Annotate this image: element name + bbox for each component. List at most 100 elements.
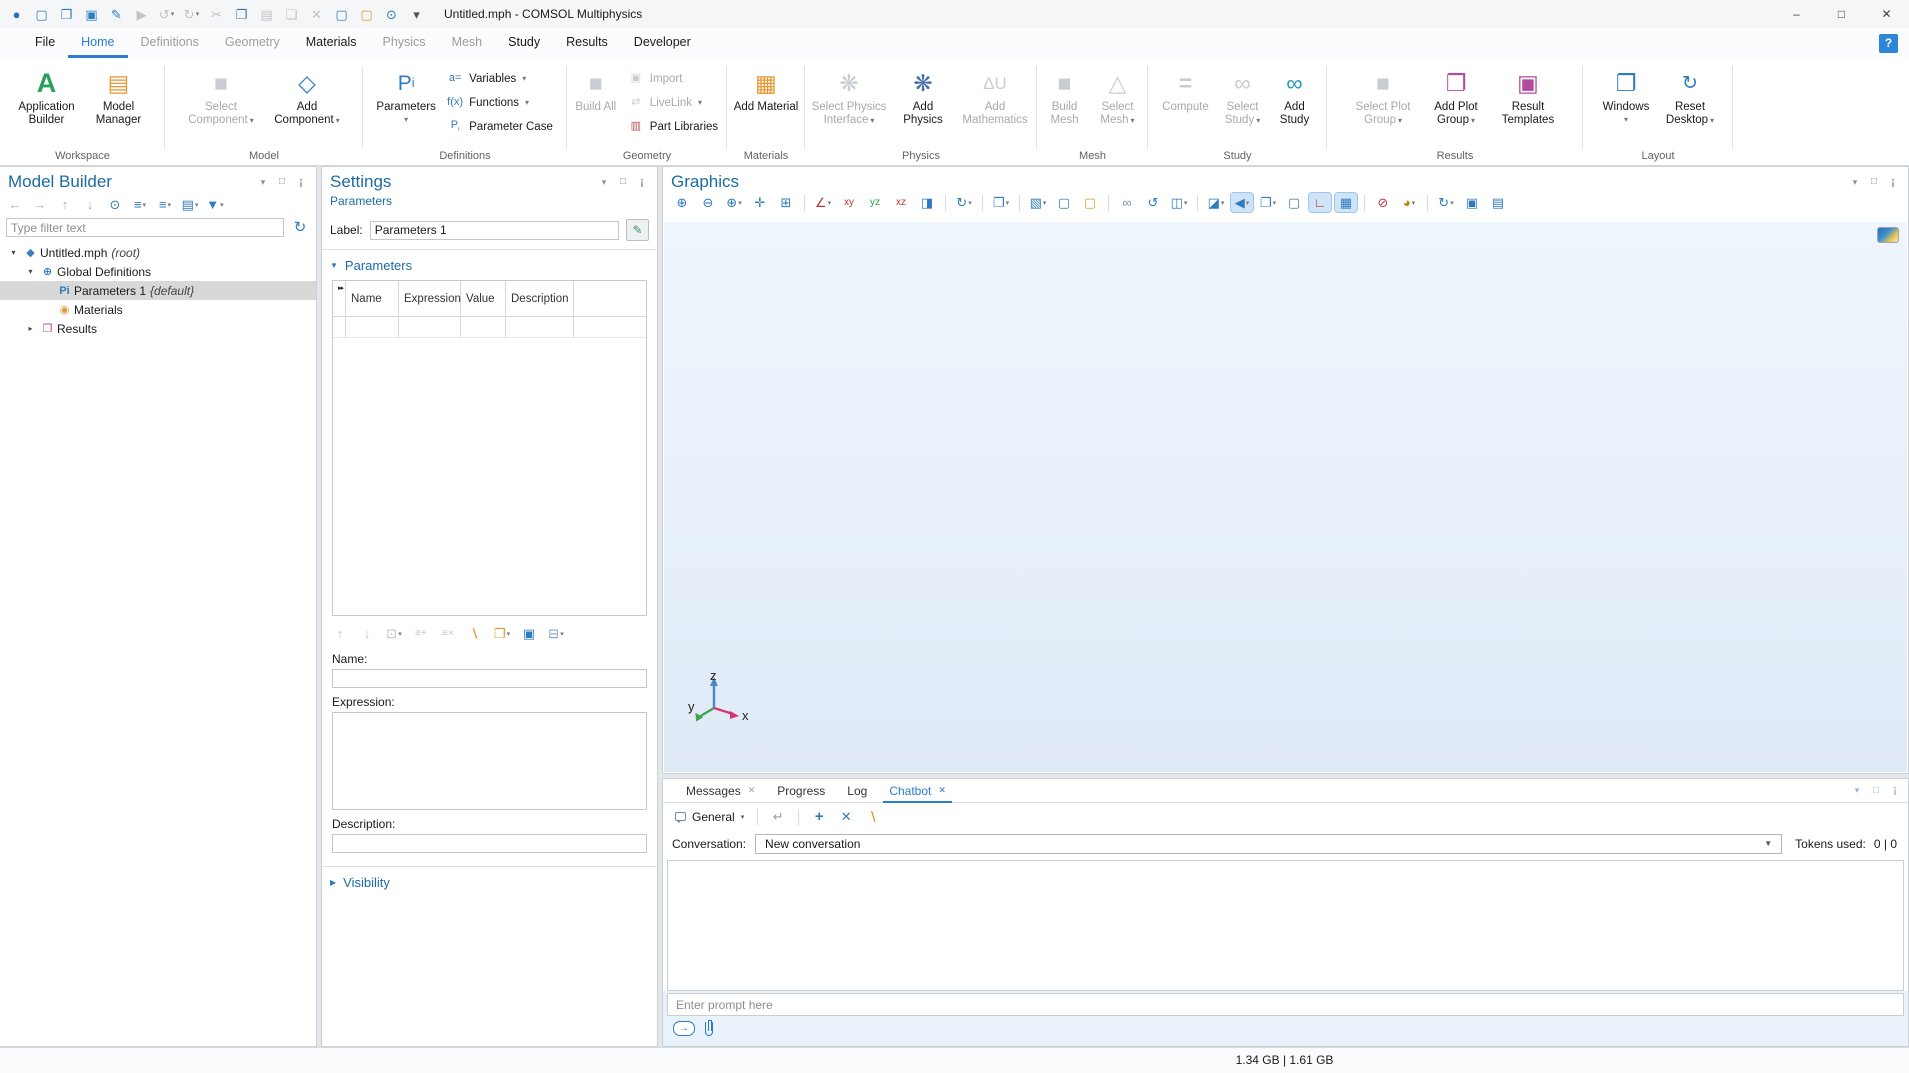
tree-node-global-definitions[interactable]: ▾⊕Global Definitions [0, 262, 316, 281]
panel-menu-icon[interactable]: ▾ [256, 175, 270, 189]
chat-mode-dropdown[interactable]: General ▾ [672, 810, 747, 824]
result-templates-button[interactable]: ▣ Result Templates [1492, 63, 1564, 127]
add-study-button[interactable]: ∞ Add Study [1271, 63, 1319, 127]
parameters-table[interactable]: ▸▸NameExpressionValueDescription [332, 280, 647, 616]
graphics-canvas[interactable]: z y x [664, 222, 1907, 772]
transparency-icon[interactable]: ◪▾ [1205, 193, 1227, 212]
select-study-button[interactable]: ∞ Select Study▾ [1217, 63, 1269, 127]
filter-icon[interactable]: ▼▾ [205, 195, 225, 214]
wireframe-rendering-icon[interactable]: ▢ [1283, 193, 1305, 212]
zoom-out-icon[interactable]: ⊖ [697, 193, 719, 212]
add-physics-button[interactable]: ❋ Add Physics [894, 63, 952, 127]
customize-quick-access-icon[interactable]: ▾ [407, 5, 426, 24]
duplicate-icon[interactable]: ❏ [282, 5, 301, 24]
parameters-section-header[interactable]: ▼ Parameters [322, 250, 657, 280]
rename-icon[interactable]: ⊟▾ [546, 624, 566, 643]
run-icon[interactable]: ▶ [132, 5, 151, 24]
pin-panel-icon[interactable]: ¡ [294, 175, 308, 189]
view-xy-icon[interactable]: xy [838, 193, 860, 212]
ribbon-tab-developer[interactable]: Developer [621, 28, 704, 58]
chat-prompt-input[interactable] [668, 994, 1903, 1015]
panel-menu-icon[interactable]: ▾ [597, 175, 611, 189]
ribbon-tab-results[interactable]: Results [553, 28, 621, 58]
reset-hiding-icon[interactable]: ↺ [1142, 193, 1164, 212]
select-component-button[interactable]: ■ Select Component▾ [179, 63, 263, 127]
load-from-file-icon[interactable]: ❒▾ [492, 624, 512, 643]
parameters-button[interactable]: Pi Parameters ▾ [373, 63, 439, 124]
tree-node-untitled-mph[interactable]: ▾◆Untitled.mph(root) [0, 243, 316, 262]
ribbon-tab-geometry[interactable]: Geometry [212, 28, 293, 58]
show-hidden-icon[interactable]: ◫▾ [1168, 193, 1190, 212]
view-orientation-icon[interactable]: ∠▾ [812, 193, 834, 212]
attach-file-icon[interactable] [705, 1022, 713, 1036]
go-forward-icon[interactable]: → [30, 195, 50, 214]
tree-node-materials[interactable]: ◉Materials [0, 300, 316, 319]
tree-filter-input[interactable] [6, 218, 284, 237]
minimize-button[interactable]: – [1774, 0, 1819, 28]
import-button[interactable]: ▣ Import [622, 69, 722, 88]
maximize-button[interactable]: □ [1819, 0, 1864, 28]
tab-messages[interactable]: Messages✕ [675, 779, 766, 802]
parameter-case-button[interactable]: Pi Parameter Case [441, 117, 557, 136]
select-box-icon[interactable]: ▢ [1053, 193, 1075, 212]
cut-icon[interactable]: ✂ [207, 5, 226, 24]
ribbon-tab-file[interactable]: File [22, 28, 68, 58]
ribbon-tab-study[interactable]: Study [495, 28, 553, 58]
comsol-logo-icon[interactable]: ● [7, 5, 26, 24]
move-down-icon[interactable]: ↓ [357, 624, 377, 643]
add-material-button[interactable]: ▦ Add Material [731, 63, 801, 114]
panel-menu-icon[interactable]: ▾ [1848, 175, 1862, 189]
collapse-all-icon[interactable]: ≡▾ [130, 195, 150, 214]
delete-conversation-icon[interactable]: ✕ [836, 807, 856, 826]
move-up-icon[interactable]: ↑ [330, 624, 350, 643]
add-plot-group-button[interactable]: ❐ Add Plot Group▾ [1422, 63, 1490, 127]
zoom-in-icon[interactable]: ⊕ [671, 193, 693, 212]
undo-icon[interactable]: ↺▾ [157, 5, 176, 24]
pin-panel-icon[interactable]: ¡ [1886, 175, 1900, 189]
disable-view-update-icon[interactable]: ⊘ [1372, 193, 1394, 212]
panel-menu-icon[interactable]: ▾ [1850, 784, 1864, 798]
capture-image-icon[interactable]: ▣ [1461, 193, 1483, 212]
move-down-icon[interactable]: ↓ [80, 195, 100, 214]
windows-button[interactable]: ❐ Windows ▾ [1595, 63, 1657, 124]
ribbon-tab-home[interactable]: Home [68, 28, 127, 58]
parameter-expression-input[interactable] [332, 712, 647, 810]
select-physics-interface-button[interactable]: ❋ Select Physics Interface▾ [806, 63, 892, 127]
pin-panel-icon[interactable]: ¡ [635, 175, 649, 189]
ribbon-tab-mesh[interactable]: Mesh [439, 28, 496, 58]
open-file-icon[interactable]: ❒ [57, 5, 76, 24]
application-builder-button[interactable]: A Application Builder [12, 63, 82, 127]
select-icon[interactable]: ▢ [332, 5, 351, 24]
save-icon[interactable]: ▣ [82, 5, 101, 24]
find-icon[interactable]: ⊙ [382, 5, 401, 24]
scene-light-icon[interactable]: ❐▾ [990, 193, 1012, 212]
move-up-icon[interactable]: ↑ [55, 195, 75, 214]
close-icon[interactable]: ✕ [938, 785, 946, 796]
reset-desktop-button[interactable]: ↻ Reset Desktop▾ [1659, 63, 1721, 127]
rotate-view-icon[interactable]: ↻▾ [953, 193, 975, 212]
expand-all-icon[interactable]: ≡▾ [155, 195, 175, 214]
new-conversation-icon[interactable]: + [809, 807, 829, 826]
send-prompt-button[interactable]: → [673, 1021, 695, 1036]
add-mathematics-button[interactable]: ΔU Add Mathematics [954, 63, 1036, 127]
deselect-icon[interactable]: ▢ [357, 5, 376, 24]
float-panel-icon[interactable]: □ [1869, 784, 1883, 798]
visibility-section-header[interactable]: ▶ Visibility [322, 867, 657, 897]
node-label-input[interactable] [370, 221, 619, 240]
ribbon-tab-definitions[interactable]: Definitions [128, 28, 212, 58]
tree-node-parameters-1[interactable]: PiParameters 1{default} [0, 281, 316, 300]
print-icon[interactable]: ▤ [1487, 193, 1509, 212]
view-xz-icon[interactable]: xz [890, 193, 912, 212]
conversation-dropdown[interactable]: New conversation ▼ [755, 834, 1782, 854]
insert-prompt-icon[interactable]: ↵ [768, 807, 788, 826]
add-component-button[interactable]: ◇ Add Component▾ [265, 63, 349, 127]
select-mesh-button[interactable]: △ Select Mesh▾ [1091, 63, 1145, 127]
part-libraries-button[interactable]: ▥ Part Libraries [622, 117, 722, 136]
refresh-tree-icon[interactable]: ↻ [290, 218, 310, 237]
show-axis-icon[interactable]: ∟ [1309, 193, 1331, 212]
view-yz-icon[interactable]: yz [864, 193, 886, 212]
refresh-view-icon[interactable]: ↻▾ [1435, 193, 1457, 212]
close-button[interactable]: ✕ [1864, 0, 1909, 28]
save-as-icon[interactable]: ✎ [107, 5, 126, 24]
tree-node-results[interactable]: ▸❐Results [0, 319, 316, 338]
